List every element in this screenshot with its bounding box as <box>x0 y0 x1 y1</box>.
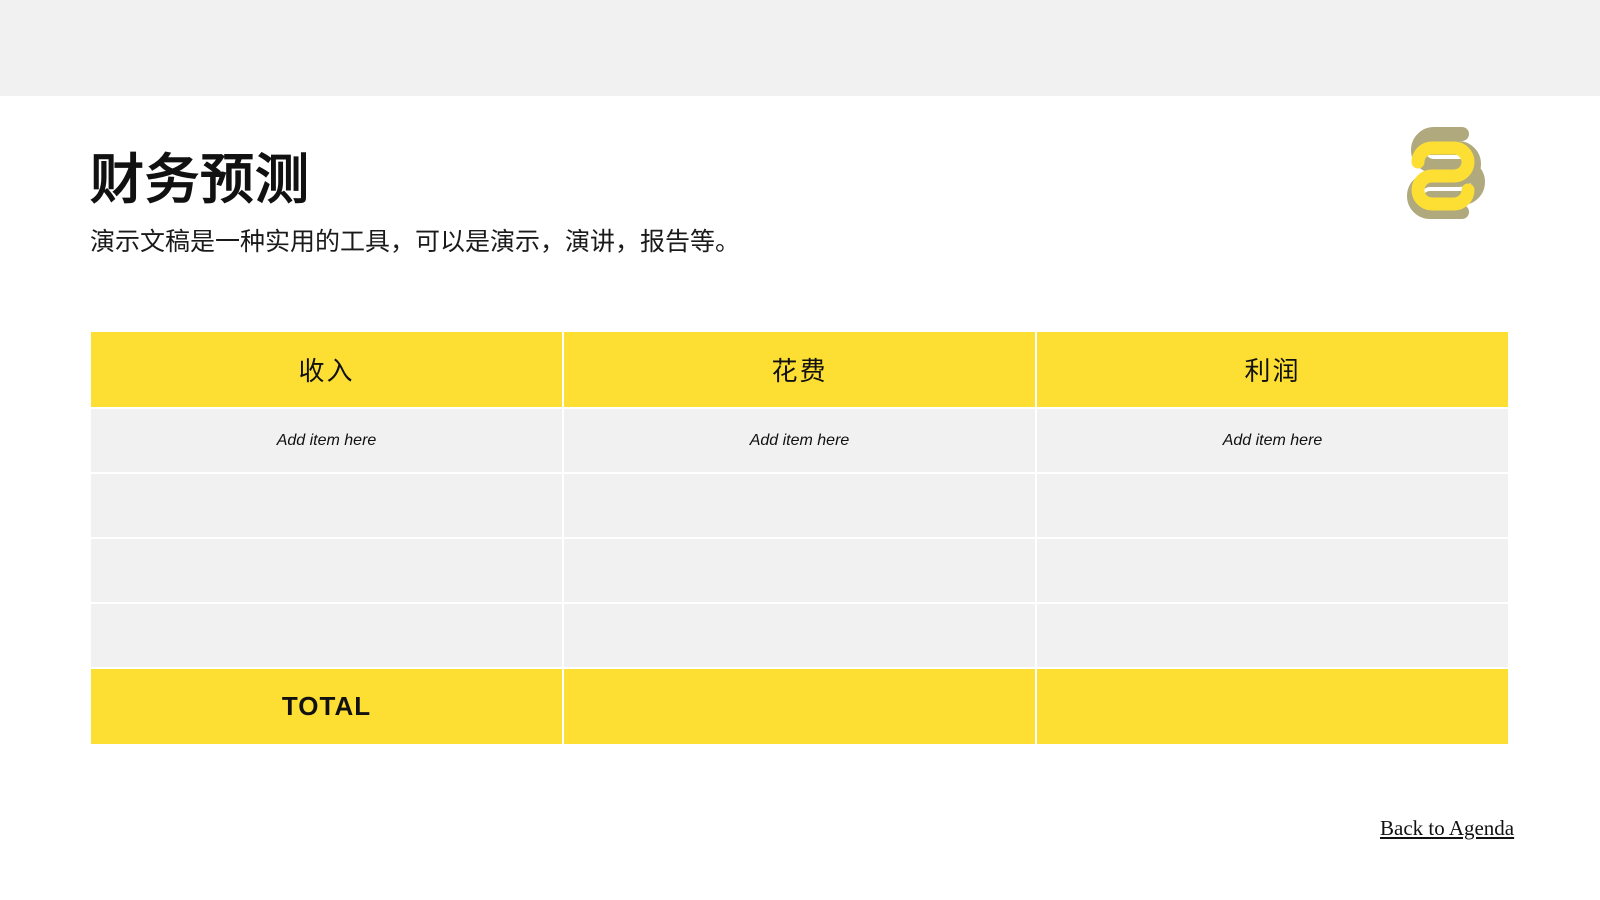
table-cell[interactable] <box>564 604 1035 667</box>
table-cell[interactable] <box>91 604 562 667</box>
table-cell[interactable]: Add item here <box>91 409 562 472</box>
back-to-agenda-link[interactable]: Back to Agenda <box>1380 816 1514 841</box>
slide-subtitle: 演示文稿是一种实用的工具，可以是演示，演讲，报告等。 <box>90 227 741 256</box>
table-cell[interactable] <box>564 474 1035 537</box>
slide: 财务预测 演示文稿是一种实用的工具，可以是演示，演讲，报告等。 收入 花费 利润… <box>0 96 1600 900</box>
financial-forecast-table: 收入 花费 利润 Add item here Add item here Add… <box>91 332 1508 744</box>
table-cell[interactable] <box>564 539 1035 602</box>
total-label: TOTAL <box>91 669 562 744</box>
column-header-profit: 利润 <box>1037 332 1508 407</box>
column-header-expense: 花费 <box>564 332 1035 407</box>
table-cell[interactable]: Add item here <box>1037 409 1508 472</box>
column-header-revenue: 收入 <box>91 332 562 407</box>
interlocking-loops-logo-icon <box>1407 127 1485 219</box>
table-cell[interactable] <box>1037 474 1508 537</box>
table-cell[interactable]: Add item here <box>564 409 1035 472</box>
top-band <box>0 0 1600 96</box>
slide-title: 财务预测 <box>90 148 310 211</box>
table-cell[interactable] <box>91 474 562 537</box>
total-expense-cell[interactable] <box>564 669 1035 744</box>
table-cell[interactable] <box>91 539 562 602</box>
table-cell[interactable] <box>1037 539 1508 602</box>
total-profit-cell[interactable] <box>1037 669 1508 744</box>
table-cell[interactable] <box>1037 604 1508 667</box>
